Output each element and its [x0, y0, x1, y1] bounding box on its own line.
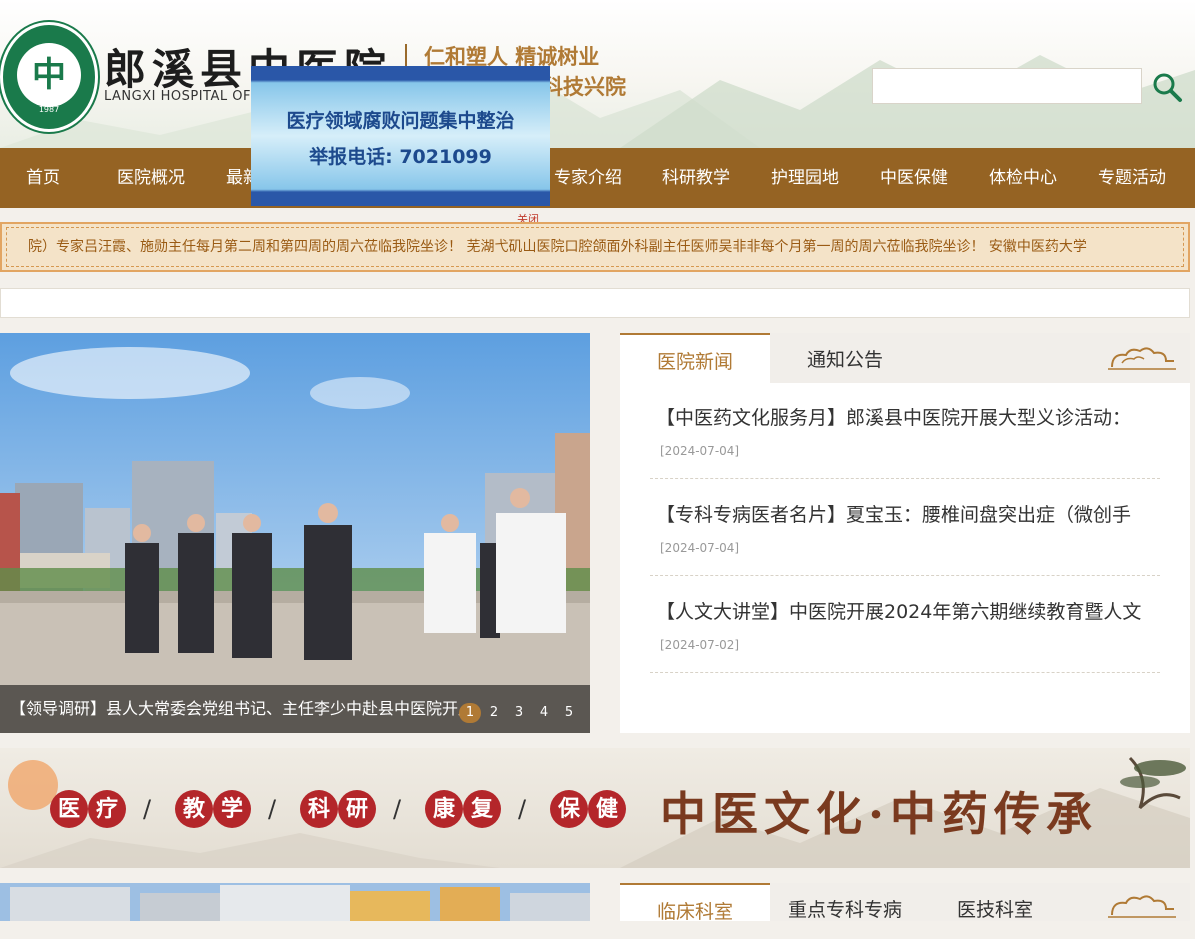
departments-panel: 临床科室 重点专科专病 医技科室: [620, 883, 1190, 923]
news-item-title[interactable]: 【专科专病医者名片】夏宝玉：腰椎间盘突出症（微创手: [656, 500, 1166, 527]
nav-item-experts[interactable]: 专家介绍: [554, 148, 622, 208]
cloud-ornament-icon: [1108, 347, 1176, 370]
slider-dot-1[interactable]: 1: [459, 703, 481, 723]
logo-glyph: 中: [17, 43, 81, 107]
seal-char: 医: [50, 790, 88, 828]
banner-slogan: 中医文化·中药传承: [660, 787, 1099, 841]
slider-caption[interactable]: 【领导调研】县人大常委会党组书记、主任李少中赴县中医院开展调研工作: [10, 685, 460, 733]
search-button[interactable]: [1150, 70, 1184, 104]
bottom-photo[interactable]: [0, 883, 590, 921]
anticorruption-popup[interactable]: 医疗领域腐败问题集中整治 举报电话: 7021099: [251, 66, 550, 206]
nav-item-checkup[interactable]: 体检中心: [989, 148, 1057, 208]
hospital-logo[interactable]: 中 1987: [0, 22, 98, 132]
marquee-text[interactable]: 院）专家吕汪霞、施勋主任每月第二周和第四周的周六莅临我院坐诊！ 芜湖弋矶山医院口…: [28, 224, 1087, 270]
news-separator: [650, 575, 1160, 576]
nav-item-nursing[interactable]: 护理园地: [771, 148, 839, 208]
news-item-date: [2024-07-02]: [660, 638, 740, 652]
tab-key-specialties[interactable]: 重点专科专病: [770, 883, 920, 921]
slash-separator: /: [518, 795, 527, 823]
popup-phone: 举报电话: 7021099: [309, 146, 492, 168]
tab-hospital-news[interactable]: 医院新闻: [620, 333, 770, 383]
nav-item-tcm-health[interactable]: 中医保健: [880, 148, 948, 208]
seal-char: 科: [300, 790, 338, 828]
seal-char: 康: [425, 790, 463, 828]
slash-separator: /: [143, 795, 152, 823]
slider-dot-5[interactable]: 5: [558, 703, 580, 723]
nav-item-overview[interactable]: 医院概况: [117, 148, 185, 208]
notice-marquee: 院）专家吕汪霞、施勋主任每月第二周和第四周的周六莅临我院坐诊！ 芜湖弋矶山医院口…: [0, 222, 1190, 272]
nav-item-research[interactable]: 科研教学: [662, 148, 730, 208]
seal-char: 教: [175, 790, 213, 828]
seal-char: 疗: [88, 790, 126, 828]
bottom-photo-image: [0, 883, 590, 921]
slash-separator: /: [393, 795, 402, 823]
main-nav: 首页 医院概况 最新 专家介绍 科研教学 护理园地 中医保健 体检中心 专题活动: [0, 148, 1195, 208]
blank-bar: [0, 288, 1190, 318]
news-tabs: 医院新闻 通知公告: [620, 333, 1190, 383]
news-item-title[interactable]: 【人文大讲堂】中医院开展2024年第六期继续教育暨人文: [656, 597, 1166, 624]
seal-char: 保: [550, 790, 588, 828]
nav-item-activities[interactable]: 专题活动: [1098, 148, 1166, 208]
logo-year: 1987: [38, 105, 60, 114]
search-input[interactable]: [872, 68, 1142, 104]
slider-dot-2[interactable]: 2: [483, 703, 505, 723]
cloud-ornament-icon: [1108, 895, 1176, 918]
tab-clinical-departments[interactable]: 临床科室: [620, 883, 770, 923]
seal-char: 健: [588, 790, 626, 828]
slider-dot-4[interactable]: 4: [533, 703, 555, 723]
seal-char: 学: [213, 790, 251, 828]
news-separator: [650, 478, 1160, 479]
nav-item-home[interactable]: 首页: [26, 148, 60, 208]
news-panel: 医院新闻 通知公告 【中医药文化服务月】郎溪县中医院开展大型义诊活动： [202…: [620, 333, 1190, 733]
photo-slider[interactable]: [0, 333, 590, 733]
tab-medical-tech-departments[interactable]: 医技科室: [920, 883, 1070, 921]
news-item-date: [2024-07-04]: [660, 541, 740, 555]
news-item-date: [2024-07-04]: [660, 444, 740, 458]
popup-title: 医疗领域腐败问题集中整治: [286, 110, 515, 132]
slash-separator: /: [268, 795, 277, 823]
slider-dot-3[interactable]: 3: [508, 703, 530, 723]
news-item-title[interactable]: 【中医药文化服务月】郎溪县中医院开展大型义诊活动：: [656, 403, 1166, 430]
tab-notices[interactable]: 通知公告: [770, 333, 920, 383]
news-separator: [650, 672, 1160, 673]
site-header: 中 1987 郎溪县中医院 LANGXI HOSPITAL OF CHINESE…: [0, 0, 1195, 148]
seal-char: 研: [338, 790, 376, 828]
seal-char: 复: [463, 790, 501, 828]
search-icon: [1153, 73, 1182, 102]
slider-photo: [0, 333, 590, 733]
